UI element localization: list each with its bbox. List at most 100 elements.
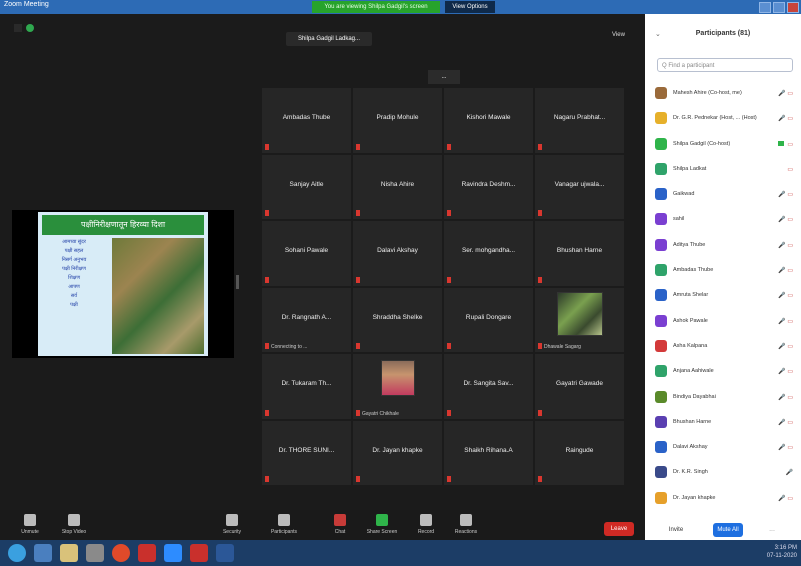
active-speaker-tag: Shilpa Gadgil Ladkag...: [286, 32, 372, 46]
tile-caption: Dhawale Sagarg: [544, 344, 581, 350]
unmute-button[interactable]: Unmute: [8, 514, 52, 535]
participant-row[interactable]: Shilpa Gadgil (Co-host) ▭: [651, 133, 797, 158]
word-icon[interactable]: [216, 544, 234, 562]
view-options-button[interactable]: View Options: [445, 1, 495, 13]
video-tile[interactable]: Kishori Mawale: [444, 88, 533, 153]
chat-button[interactable]: Chat: [318, 514, 362, 535]
mic-muted-icon: [447, 143, 451, 150]
video-tile[interactable]: Pradip Mohule: [353, 88, 442, 153]
video-tile[interactable]: Bhushan Harne: [535, 221, 624, 286]
mic-muted-icon: [538, 276, 542, 283]
start-button-icon[interactable]: [8, 544, 26, 562]
close-button[interactable]: [787, 2, 799, 13]
video-tile[interactable]: Rupali Dongare: [444, 287, 533, 352]
system-tray-clock[interactable]: 3:16 PM 07-11-2020: [767, 544, 797, 560]
participant-row[interactable]: Dalavi Akshay 🎤 ▭: [651, 436, 797, 461]
mic-video-status-icon: ▭: [787, 166, 793, 173]
video-tile[interactable]: Gayatri Gawade: [535, 354, 624, 419]
slide-line: आमच्या सुंदर: [62, 239, 86, 245]
participant-row[interactable]: Ambadas Thube 🎤 ▭: [651, 259, 797, 284]
participant-name: Rupali Dongare: [465, 313, 512, 321]
participant-status-icons: 🎤 ▭: [778, 115, 793, 122]
meeting-info-icon[interactable]: [14, 24, 22, 32]
video-tile[interactable]: Dr. Rangnath A... Connecting to ...: [262, 287, 351, 352]
slide-title: पक्षीनिरीक्षणातून हिरव्या दिशा: [42, 215, 204, 235]
participant-status-icons: 🎤 ▭: [778, 318, 793, 325]
video-tile[interactable]: Dr. Jayan khapke: [353, 420, 442, 485]
participants-button[interactable]: Participants: [262, 514, 306, 535]
video-tile[interactable]: Raingude: [535, 420, 624, 485]
record-icon: [420, 514, 432, 526]
panel-footer: Invite Mute All ...: [645, 522, 801, 540]
participant-name: Raingude: [565, 446, 594, 454]
participant-row[interactable]: Bindiya Dayabhai 🎤 ▭: [651, 386, 797, 411]
reactions-button[interactable]: Reactions: [444, 514, 488, 535]
participant-name: Ashok Pawale: [673, 317, 708, 324]
slide-line: शिक्षण: [68, 275, 80, 281]
pdf-icon[interactable]: [190, 544, 208, 562]
participant-row[interactable]: Ashok Pawale 🎤 ▭: [651, 310, 797, 335]
participant-status-icons: ▭: [787, 166, 793, 173]
invite-button[interactable]: Invite: [663, 523, 689, 537]
video-tile[interactable]: Ravindra Deshm...: [444, 154, 533, 219]
ie-icon[interactable]: [34, 544, 52, 562]
participant-row[interactable]: Dr. K.R. Singh 🎤: [651, 461, 797, 486]
participant-row[interactable]: sahil 🎤 ▭: [651, 208, 797, 233]
split-resize-handle[interactable]: [236, 275, 239, 289]
mute-all-button[interactable]: Mute All: [713, 523, 743, 537]
video-tile[interactable]: Shaikh Rihana.A: [444, 420, 533, 485]
video-tile[interactable]: Sanjay Aitle: [262, 154, 351, 219]
video-tile[interactable]: Dr. THORE SUNI...: [262, 420, 351, 485]
video-tile[interactable]: Vanagar ujwala...: [535, 154, 624, 219]
app-title: Zoom Meeting: [4, 1, 49, 8]
video-tile[interactable]: Sohani Pawale: [262, 221, 351, 286]
clock-date: 07-11-2020: [766, 553, 797, 559]
participant-search-input[interactable]: Q Find a participant: [657, 58, 793, 72]
record-button[interactable]: Record: [404, 514, 448, 535]
security-button[interactable]: Security: [210, 514, 254, 535]
more-options-button[interactable]: ...: [765, 523, 779, 537]
participant-status-icons: 🎤 ▭: [778, 444, 793, 451]
participant-status-icons: 🎤 ▭: [778, 368, 793, 375]
participant-row[interactable]: Asha Kalpana 🎤 ▭: [651, 335, 797, 360]
file-explorer-icon[interactable]: [60, 544, 78, 562]
participant-row[interactable]: Aditya Thube 🎤 ▭: [651, 234, 797, 259]
participant-row[interactable]: Dr. Jayan khapke 🎤 ▭: [651, 487, 797, 512]
video-tile[interactable]: Nagaru Prabhat...: [535, 88, 624, 153]
share-screen-button[interactable]: Share Screen: [360, 514, 404, 535]
share-screen-label: Share Screen: [366, 529, 398, 535]
participant-row[interactable]: Amruta Shelar 🎤 ▭: [651, 284, 797, 309]
video-tile[interactable]: Gayatri Chikhale: [353, 354, 442, 419]
minimize-button[interactable]: [759, 2, 771, 13]
view-button[interactable]: View: [612, 32, 625, 38]
video-tile[interactable]: Nisha Ahire: [353, 154, 442, 219]
chrome-icon[interactable]: [112, 544, 130, 562]
video-button[interactable]: Stop Video: [52, 514, 96, 535]
gallery-grid: Ambadas Thube Pradip Mohule Kishori Mawale…: [262, 88, 624, 485]
participant-row[interactable]: Bhushan Harne 🎤 ▭: [651, 411, 797, 436]
media-player-icon[interactable]: [86, 544, 104, 562]
mic-video-status-icon: ▭: [787, 141, 793, 148]
video-tile[interactable]: Shraddha Shelke: [353, 287, 442, 352]
avatar: [655, 491, 667, 504]
participant-row[interactable]: Mahesh Ahire (Co-host, me) 🎤 ▭: [651, 82, 797, 107]
video-tile[interactable]: Dr. Tukaram Th...: [262, 354, 351, 419]
app-icon[interactable]: [138, 544, 156, 562]
mic-video-status-icon: 🎤 ▭: [778, 91, 793, 97]
gallery-page-up-button[interactable]: ...: [428, 70, 460, 84]
video-tile[interactable]: Dalavi Akshay: [353, 221, 442, 286]
participant-row[interactable]: Dr. G.R. Pednekar (Host, ... (Host) 🎤 ▭: [651, 107, 797, 132]
maximize-button[interactable]: [773, 2, 785, 13]
leave-button[interactable]: Leave: [604, 522, 634, 536]
participant-row[interactable]: Anjana Aahiwale 🎤 ▭: [651, 360, 797, 385]
video-tile[interactable]: Dr. Sangita Sav...: [444, 354, 533, 419]
mic-video-status-icon: 🎤 ▭: [778, 268, 793, 275]
video-tile[interactable]: Ser. mohgandha...: [444, 221, 533, 286]
participant-row[interactable]: Shilpa Ladkat ▭: [651, 158, 797, 183]
video-tile[interactable]: Dhawale Sagarg: [535, 287, 624, 352]
video-tile[interactable]: Ambadas Thube: [262, 88, 351, 153]
encryption-shield-icon[interactable]: [26, 24, 34, 32]
participant-row[interactable]: Gaikwad 🎤 ▭: [651, 183, 797, 208]
zoom-icon[interactable]: [164, 544, 182, 562]
record-label: Record: [417, 529, 435, 535]
